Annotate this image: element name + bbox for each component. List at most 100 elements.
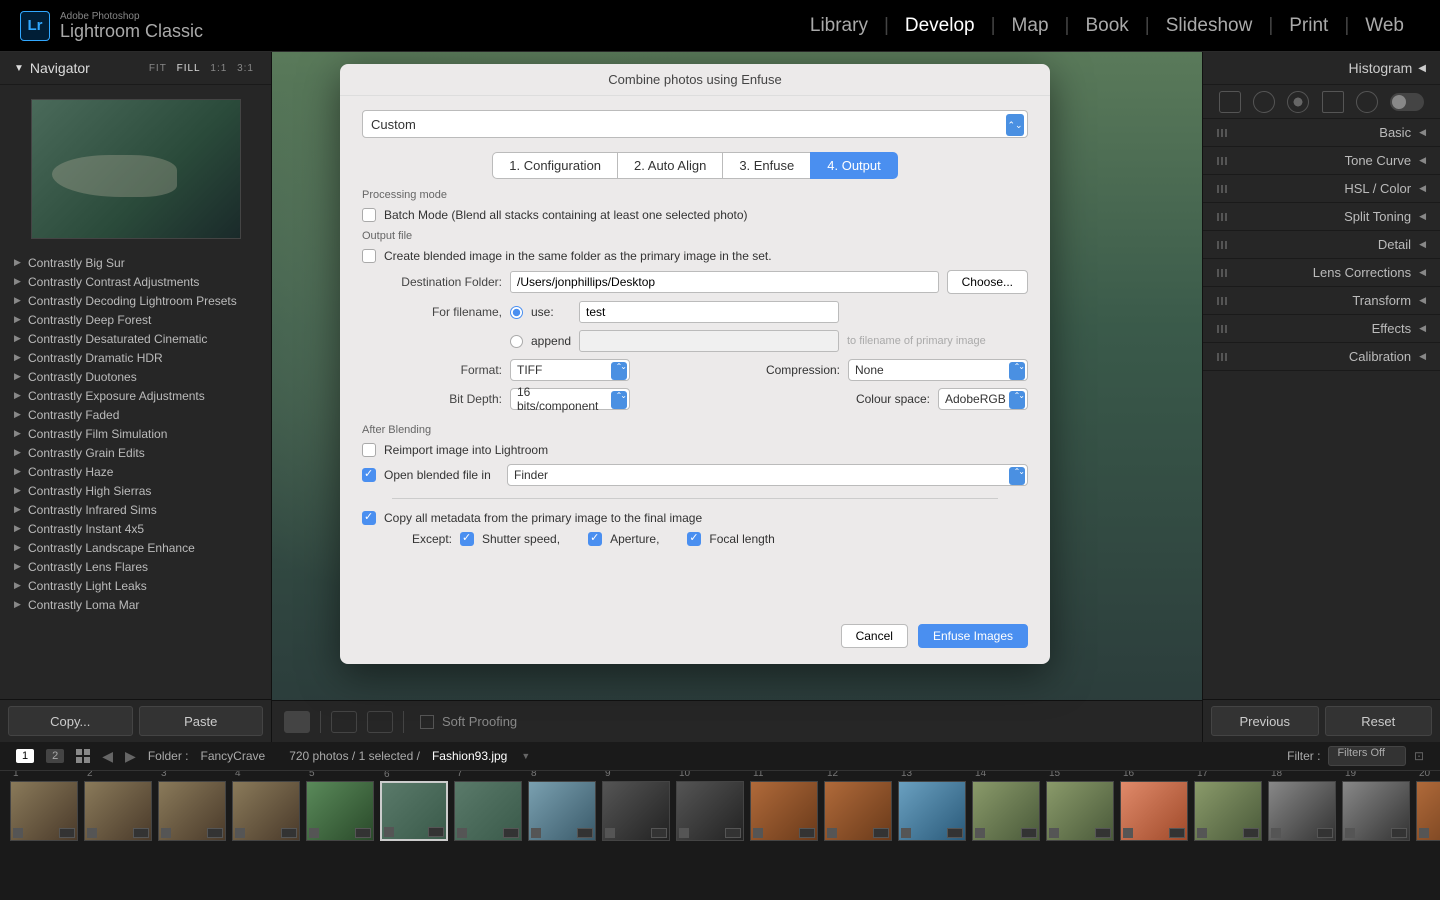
filter-select[interactable]: Filters Off	[1328, 746, 1405, 766]
filmstrip-thumb[interactable]: 17	[1194, 781, 1262, 841]
navigator-zoom[interactable]: FIT FILL 1:1 3:1	[146, 63, 257, 74]
filmstrip-thumb[interactable]: 1	[10, 781, 78, 841]
preset-item[interactable]: ▶Contrastly Decoding Lightroom Presets	[14, 291, 271, 310]
module-book[interactable]: Book	[1069, 15, 1144, 37]
preset-item[interactable]: ▶Contrastly Dramatic HDR	[14, 348, 271, 367]
preset-item[interactable]: ▶Contrastly Infrared Sims	[14, 500, 271, 519]
panel-section[interactable]: Lens Corrections◀	[1203, 259, 1440, 287]
module-slideshow[interactable]: Slideshow	[1150, 15, 1269, 37]
reimport-checkbox[interactable]	[362, 443, 376, 457]
grid-view-icon[interactable]	[76, 749, 90, 763]
panel-switch-icon[interactable]	[1390, 93, 1424, 111]
spot-removal-icon[interactable]	[1253, 91, 1275, 113]
dialog-tab[interactable]: 1. Configuration	[492, 152, 617, 179]
module-library[interactable]: Library	[794, 15, 884, 37]
copy-metadata-checkbox[interactable]	[362, 511, 376, 525]
module-web[interactable]: Web	[1349, 15, 1420, 37]
prev-photo-icon[interactable]: ◀	[102, 748, 113, 765]
preset-item[interactable]: ▶Contrastly Faded	[14, 405, 271, 424]
preset-item[interactable]: ▶Contrastly Instant 4x5	[14, 519, 271, 538]
filmstrip-thumb[interactable]: 10	[676, 781, 744, 841]
module-print[interactable]: Print	[1273, 15, 1344, 37]
preset-item[interactable]: ▶Contrastly Haze	[14, 462, 271, 481]
preset-item[interactable]: ▶Contrastly Lens Flares	[14, 557, 271, 576]
paste-button[interactable]: Paste	[139, 706, 264, 736]
dialog-tab[interactable]: 4. Output	[810, 152, 897, 179]
format-select[interactable]: TIFF	[510, 359, 630, 381]
redeye-tool-icon[interactable]	[1287, 91, 1309, 113]
preset-item[interactable]: ▶Contrastly Grain Edits	[14, 443, 271, 462]
panel-section[interactable]: HSL / Color◀	[1203, 175, 1440, 203]
filmstrip-thumb[interactable]: 19	[1342, 781, 1410, 841]
panel-section[interactable]: Split Toning◀	[1203, 203, 1440, 231]
filmstrip-thumb[interactable]: 16	[1120, 781, 1188, 841]
append-input[interactable]	[579, 330, 839, 352]
choose-button[interactable]: Choose...	[947, 270, 1028, 294]
panel-section[interactable]: Basic◀	[1203, 119, 1440, 147]
append-radio[interactable]	[510, 335, 523, 348]
preset-item[interactable]: ▶Contrastly Deep Forest	[14, 310, 271, 329]
use-radio[interactable]	[510, 306, 523, 319]
module-develop[interactable]: Develop	[889, 15, 991, 37]
radial-filter-icon[interactable]	[1356, 91, 1378, 113]
batch-mode-checkbox[interactable]	[362, 208, 376, 222]
filmstrip-thumb[interactable]: 12	[824, 781, 892, 841]
filmstrip-thumb[interactable]: 9	[602, 781, 670, 841]
shutter-checkbox[interactable]	[460, 532, 474, 546]
colorspace-select[interactable]: AdobeRGB	[938, 388, 1028, 410]
use-filename-input[interactable]	[579, 301, 839, 323]
dialog-tab[interactable]: 2. Auto Align	[617, 152, 722, 179]
filter-lock-icon[interactable]: ⊡	[1414, 749, 1424, 763]
open-in-select[interactable]: Finder	[507, 464, 1028, 486]
dropdown-icon[interactable]: ▼	[521, 751, 530, 761]
current-file[interactable]: Fashion93.jpg	[432, 749, 507, 763]
panel-section[interactable]: Tone Curve◀	[1203, 147, 1440, 175]
dialog-tab[interactable]: 3. Enfuse	[722, 152, 810, 179]
filmstrip-thumb[interactable]: 6	[380, 781, 448, 841]
crop-tool-icon[interactable]	[1219, 91, 1241, 113]
filmstrip-thumb[interactable]: 7	[454, 781, 522, 841]
panel-section[interactable]: Calibration◀	[1203, 343, 1440, 371]
focal-checkbox[interactable]	[687, 532, 701, 546]
filmstrip-thumb[interactable]: 11	[750, 781, 818, 841]
graduated-filter-icon[interactable]	[1322, 91, 1344, 113]
filmstrip-thumb[interactable]: 2	[84, 781, 152, 841]
preset-item[interactable]: ▶Contrastly High Sierras	[14, 481, 271, 500]
filmstrip[interactable]: 1234567891011121314151617181920	[0, 770, 1440, 850]
enfuse-images-button[interactable]: Enfuse Images	[918, 624, 1028, 648]
before-after-yy-icon[interactable]	[367, 711, 393, 733]
filmstrip-thumb[interactable]: 15	[1046, 781, 1114, 841]
same-folder-checkbox[interactable]	[362, 249, 376, 263]
filmstrip-thumb[interactable]: 18	[1268, 781, 1336, 841]
filmstrip-thumb[interactable]: 5	[306, 781, 374, 841]
soft-proofing-toggle[interactable]: Soft Proofing	[420, 714, 517, 729]
panel-section[interactable]: Effects◀	[1203, 315, 1440, 343]
preset-item[interactable]: ▶Contrastly Exposure Adjustments	[14, 386, 271, 405]
module-map[interactable]: Map	[996, 15, 1065, 37]
preset-item[interactable]: ▶Contrastly Landscape Enhance	[14, 538, 271, 557]
aperture-checkbox[interactable]	[588, 532, 602, 546]
folder-name[interactable]: FancyCrave	[201, 749, 266, 763]
monitor-1-button[interactable]: 1	[16, 749, 34, 763]
next-photo-icon[interactable]: ▶	[125, 748, 136, 765]
loupe-view-icon[interactable]	[284, 711, 310, 733]
preset-item[interactable]: ▶Contrastly Light Leaks	[14, 576, 271, 595]
filmstrip-thumb[interactable]: 14	[972, 781, 1040, 841]
navigator-header[interactable]: ▼ Navigator FIT FILL 1:1 3:1	[0, 52, 271, 85]
preset-item[interactable]: ▶Contrastly Duotones	[14, 367, 271, 386]
filmstrip-thumb[interactable]: 13	[898, 781, 966, 841]
panel-section[interactable]: Detail◀	[1203, 231, 1440, 259]
filmstrip-thumb[interactable]: 8	[528, 781, 596, 841]
copy-button[interactable]: Copy...	[8, 706, 133, 736]
bitdepth-select[interactable]: 16 bits/component	[510, 388, 630, 410]
reset-button[interactable]: Reset	[1325, 706, 1433, 736]
preset-select[interactable]: Custom ⌃⌄	[362, 110, 1028, 138]
cancel-button[interactable]: Cancel	[841, 624, 908, 648]
panel-section[interactable]: Transform◀	[1203, 287, 1440, 315]
preset-item[interactable]: ▶Contrastly Contrast Adjustments	[14, 272, 271, 291]
histogram-header[interactable]: Histogram ◀	[1203, 52, 1440, 85]
preset-item[interactable]: ▶Contrastly Big Sur	[14, 253, 271, 272]
filmstrip-thumb[interactable]: 20	[1416, 781, 1440, 841]
filmstrip-thumb[interactable]: 4	[232, 781, 300, 841]
preset-item[interactable]: ▶Contrastly Film Simulation	[14, 424, 271, 443]
